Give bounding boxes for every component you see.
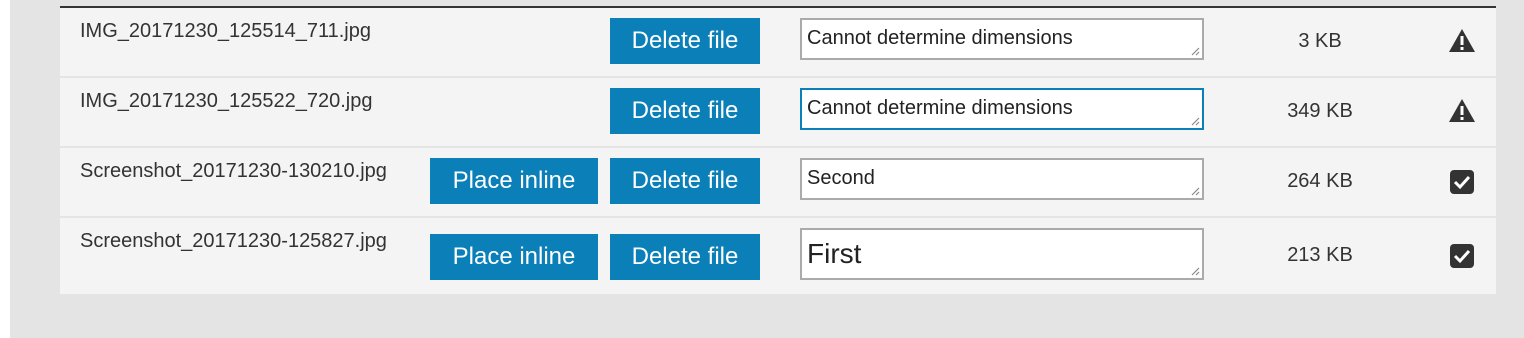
attachments-table: IMG_20171230_125514_711.jpg Delete file …: [60, 6, 1496, 294]
checked-checkbox-icon[interactable]: [1448, 242, 1476, 270]
resize-grip-icon[interactable]: [1190, 186, 1200, 196]
caption-text: First: [807, 238, 862, 269]
file-size: 264 KB: [1287, 170, 1353, 192]
place-inline-button[interactable]: Place inline: [430, 158, 598, 204]
checked-checkbox-icon[interactable]: [1448, 168, 1476, 196]
caption-text: Cannot determine dimensions: [807, 27, 1073, 49]
attachment-row: IMG_20171230_125514_711.jpg Delete file …: [60, 8, 1496, 78]
filename-label: Screenshot_20171230-130210.jpg: [80, 160, 387, 182]
caption-textarea[interactable]: Second: [800, 158, 1204, 200]
caption-text: Cannot determine dimensions: [807, 97, 1073, 119]
delete-file-button[interactable]: Delete file: [610, 18, 760, 64]
file-size: 3 KB: [1298, 30, 1342, 52]
warning-icon: [1449, 99, 1475, 122]
resize-grip-icon[interactable]: [1190, 266, 1200, 276]
attachments-panel: IMG_20171230_125514_711.jpg Delete file …: [10, 0, 1524, 338]
place-inline-button[interactable]: Place inline: [430, 234, 598, 280]
resize-grip-icon[interactable]: [1190, 46, 1200, 56]
caption-textarea[interactable]: First: [800, 228, 1204, 280]
delete-file-button[interactable]: Delete file: [610, 234, 760, 280]
resize-grip-icon[interactable]: [1190, 116, 1200, 126]
delete-file-button[interactable]: Delete file: [610, 88, 760, 134]
caption-textarea[interactable]: Cannot determine dimensions: [800, 18, 1204, 60]
caption-textarea[interactable]: Cannot determine dimensions: [800, 88, 1204, 130]
filename-label: Screenshot_20171230-125827.jpg: [80, 230, 387, 252]
warning-icon: [1449, 29, 1475, 52]
filename-label: IMG_20171230_125522_720.jpg: [80, 90, 373, 112]
file-size: 213 KB: [1287, 244, 1353, 266]
delete-file-button[interactable]: Delete file: [610, 158, 760, 204]
attachment-row: IMG_20171230_125522_720.jpg Delete file …: [60, 78, 1496, 148]
attachment-row: Screenshot_20171230-130210.jpg Place inl…: [60, 148, 1496, 218]
attachment-row: Screenshot_20171230-125827.jpg Place inl…: [60, 218, 1496, 294]
filename-label: IMG_20171230_125514_711.jpg: [80, 20, 371, 42]
caption-text: Second: [807, 167, 875, 189]
file-size: 349 KB: [1287, 100, 1353, 122]
